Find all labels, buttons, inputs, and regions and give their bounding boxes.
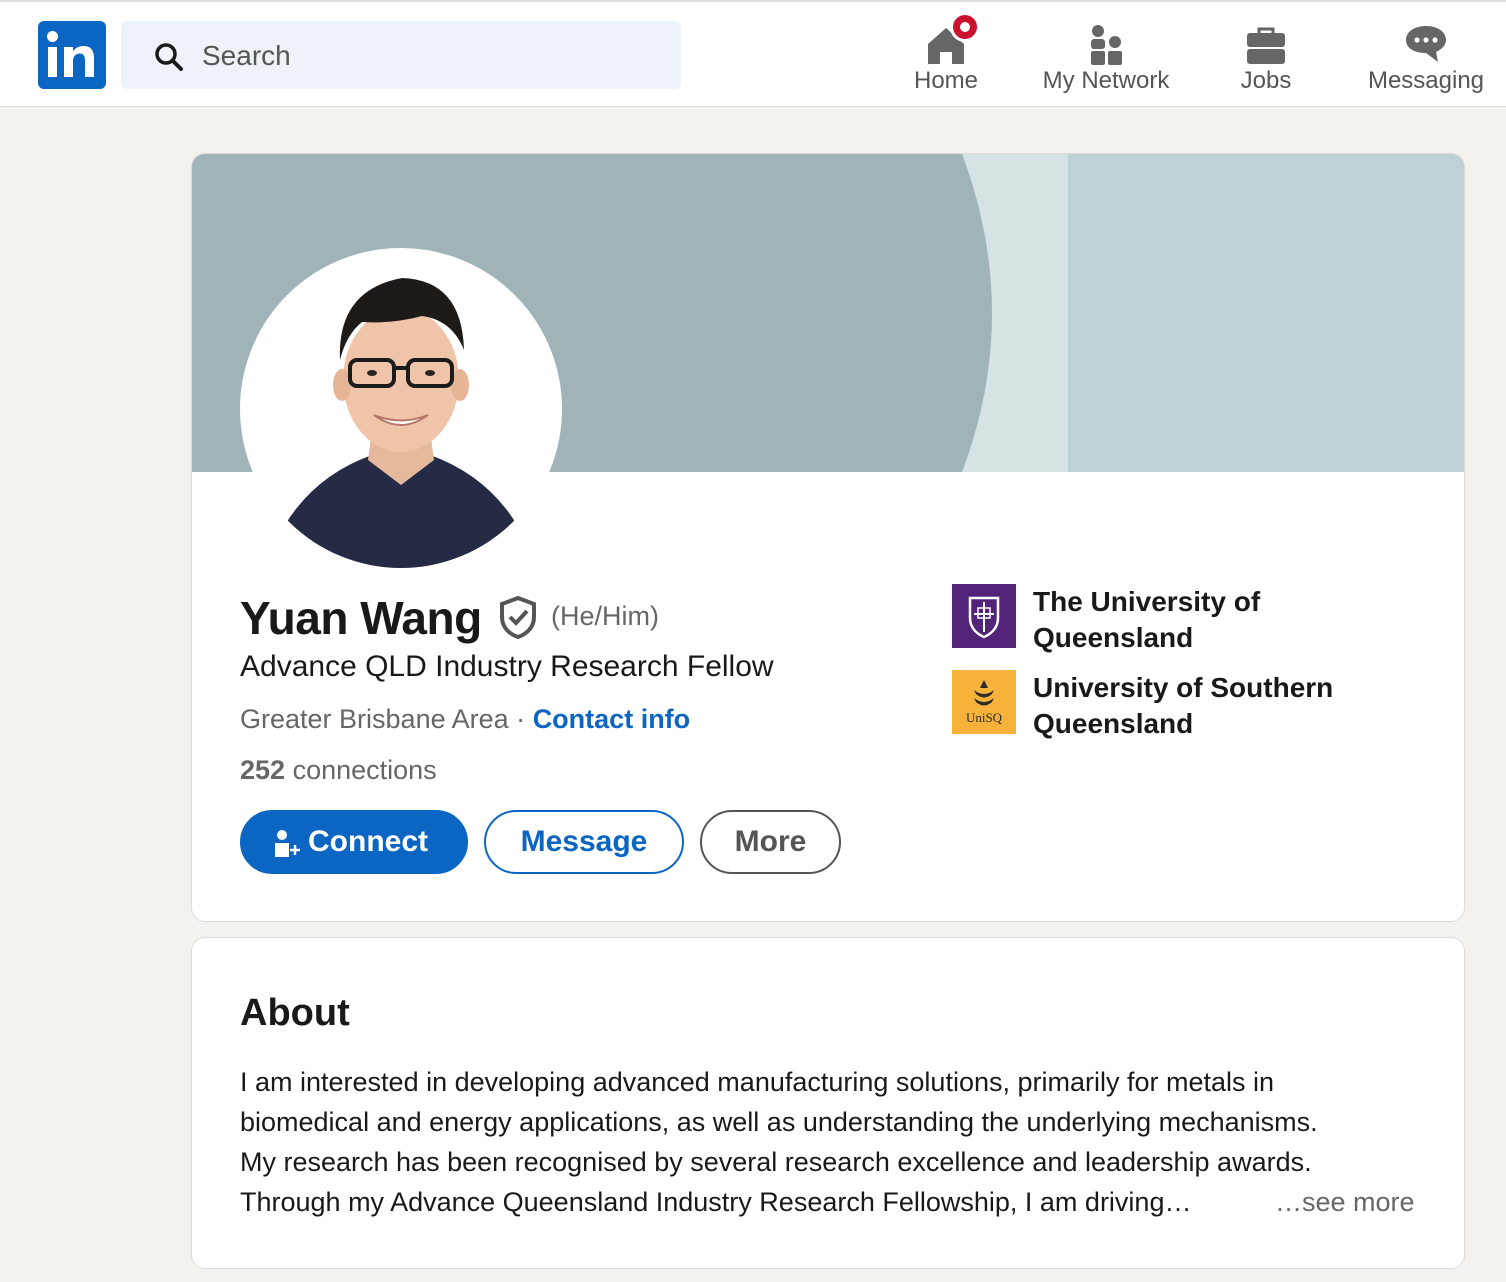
verified-shield-icon[interactable]: [498, 595, 538, 639]
pronouns: (He/Him): [551, 601, 659, 631]
about-title: About: [240, 992, 350, 1034]
about-section: About I am interested in developing adva…: [191, 937, 1465, 1269]
notification-badge: [950, 12, 980, 42]
connections-count: 252: [240, 755, 286, 785]
location-row: Greater Brisbane Area · Contact info: [240, 702, 690, 736]
see-more-link[interactable]: …see more: [1275, 1182, 1415, 1222]
profile-headline: Advance QLD Industry Research Fellow: [240, 650, 774, 683]
nav-my-network-label: My Network: [1042, 67, 1170, 94]
nav-messaging[interactable]: Messaging: [1356, 12, 1496, 102]
message-button[interactable]: Message: [484, 810, 684, 874]
separator-dot: ·: [516, 704, 526, 734]
connect-button[interactable]: Connect: [240, 810, 468, 874]
messaging-icon: [1406, 26, 1446, 62]
linkedin-logo[interactable]: [38, 21, 106, 89]
briefcase-icon: [1247, 27, 1285, 64]
about-line: biomedical and energy applications, as w…: [240, 1107, 1318, 1137]
top-nav-bar: Search Home My Network Jobs Messaging: [0, 0, 1506, 107]
nav-jobs[interactable]: Jobs: [1216, 12, 1316, 102]
org-name: The University of Queensland: [1033, 586, 1261, 653]
search-icon: [155, 43, 183, 71]
profile-card: Yuan Wang (He/Him) Advance QLD Industry …: [191, 153, 1465, 922]
profile-photo[interactable]: [240, 248, 562, 570]
about-line: Through my Advance Queensland Industry R…: [240, 1187, 1192, 1217]
nav-home-label: Home: [913, 67, 979, 94]
search-box[interactable]: Search: [121, 21, 681, 89]
location: Greater Brisbane Area: [240, 704, 509, 734]
connect-button-label: Connect: [308, 825, 428, 858]
connections-label: connections: [292, 755, 437, 785]
unisq-logo: UniSQ: [952, 670, 1016, 734]
contact-info-link[interactable]: Contact info: [533, 704, 690, 734]
add-user-icon: [275, 830, 300, 857]
nav-home[interactable]: Home: [896, 12, 996, 102]
uq-logo: [952, 584, 1016, 648]
nav-jobs-label: Jobs: [1240, 67, 1292, 94]
org-name: University of Southern Queensland: [1033, 672, 1334, 739]
more-button[interactable]: More: [700, 810, 841, 874]
about-line: My research has been recognised by sever…: [240, 1147, 1312, 1177]
about-line: I am interested in developing advanced m…: [240, 1067, 1275, 1097]
profile-name: Yuan Wang: [240, 592, 482, 644]
network-icon: [1091, 25, 1122, 65]
nav-messaging-label: Messaging: [1367, 67, 1485, 94]
unisq-logo-text: UniSQ: [966, 710, 1003, 725]
connections-row[interactable]: 252 connections: [240, 753, 437, 787]
search-input[interactable]: Search: [202, 40, 291, 72]
nav-my-network[interactable]: My Network: [1026, 12, 1186, 102]
about-text: I am interested in developing advanced m…: [240, 1062, 1420, 1222]
